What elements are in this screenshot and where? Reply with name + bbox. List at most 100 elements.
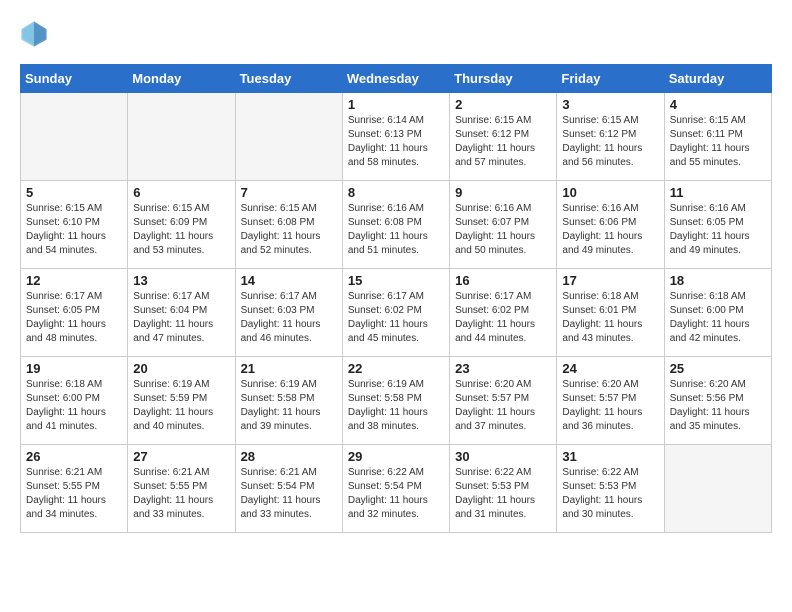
- calendar-cell: 17Sunrise: 6:18 AMSunset: 6:01 PMDayligh…: [557, 269, 664, 357]
- day-number: 17: [562, 273, 658, 288]
- weekday-header-sunday: Sunday: [21, 65, 128, 93]
- sun-info: Sunrise: 6:17 AMSunset: 6:02 PMDaylight:…: [455, 290, 551, 346]
- day-number: 23: [455, 361, 551, 376]
- day-number: 26: [26, 449, 122, 464]
- sun-info: Sunrise: 6:16 AMSunset: 6:08 PMDaylight:…: [348, 202, 444, 258]
- sun-info: Sunrise: 6:21 AMSunset: 5:54 PMDaylight:…: [241, 466, 337, 522]
- day-number: 5: [26, 185, 122, 200]
- day-number: 19: [26, 361, 122, 376]
- day-number: 20: [133, 361, 229, 376]
- calendar-cell: 28 Sunrise: 6:21 AMSunset: 5:54 PMDayligh…: [235, 445, 342, 533]
- sun-info: Sunrise: 6:22 AMSunset: 5:54 PMDaylight:…: [348, 466, 444, 522]
- day-number: 15: [348, 273, 444, 288]
- calendar-cell: 8 Sunrise: 6:16 AMSunset: 6:08 PMDaylight…: [342, 181, 449, 269]
- day-number: 22: [348, 361, 444, 376]
- calendar-cell: 4 Sunrise: 6:15 AMSunset: 6:11 PMDaylight…: [664, 93, 771, 181]
- day-number: 30: [455, 449, 551, 464]
- day-number: 9: [455, 185, 551, 200]
- sun-info: Sunrise: 6:16 AMSunset: 6:07 PMDaylight:…: [455, 202, 551, 258]
- day-number: 11: [670, 185, 766, 200]
- weekday-header-tuesday: Tuesday: [235, 65, 342, 93]
- calendar-cell: [128, 93, 235, 181]
- sun-info: Sunrise: 6:22 AMSunset: 5:53 PMDaylight:…: [455, 466, 551, 522]
- day-number: 24: [562, 361, 658, 376]
- day-number: 7: [241, 185, 337, 200]
- sun-info: Sunrise: 6:14 AMSunset: 6:13 PMDaylight:…: [348, 114, 444, 170]
- weekday-header-monday: Monday: [128, 65, 235, 93]
- day-number: 13: [133, 273, 229, 288]
- calendar-body: 1Sunrise: 6:14 AMSunset: 6:13 PMDaylight…: [21, 93, 772, 533]
- sun-info: Sunrise: 6:20 AMSunset: 5:57 PMDaylight:…: [455, 378, 551, 434]
- day-number: 3: [562, 97, 658, 112]
- sun-info: Sunrise: 6:18 AMSunset: 6:00 PMDaylight:…: [670, 290, 766, 346]
- calendar-week-2: 5 Sunrise: 6:15 AMSunset: 6:10 PMDaylight…: [21, 181, 772, 269]
- day-number: 8: [348, 185, 444, 200]
- calendar-cell: 10 Sunrise: 6:16 AMSunset: 6:06 PMDayligh…: [557, 181, 664, 269]
- calendar-cell: 14Sunrise: 6:17 AMSunset: 6:03 PMDayligh…: [235, 269, 342, 357]
- calendar-cell: 13Sunrise: 6:17 AMSunset: 6:04 PMDayligh…: [128, 269, 235, 357]
- day-number: 29: [348, 449, 444, 464]
- calendar-cell: 12Sunrise: 6:17 AMSunset: 6:05 PMDayligh…: [21, 269, 128, 357]
- calendar-cell: 24 Sunrise: 6:20 AMSunset: 5:57 PMDayligh…: [557, 357, 664, 445]
- calendar-cell: 3 Sunrise: 6:15 AMSunset: 6:12 PMDaylight…: [557, 93, 664, 181]
- calendar-cell: 11 Sunrise: 6:16 AMSunset: 6:05 PMDayligh…: [664, 181, 771, 269]
- calendar-cell: [664, 445, 771, 533]
- sun-info: Sunrise: 6:15 AMSunset: 6:12 PMDaylight:…: [562, 114, 658, 170]
- calendar-cell: [21, 93, 128, 181]
- calendar-week-3: 12Sunrise: 6:17 AMSunset: 6:05 PMDayligh…: [21, 269, 772, 357]
- calendar-week-5: 26 Sunrise: 6:21 AMSunset: 5:55 PMDayligh…: [21, 445, 772, 533]
- day-number: 6: [133, 185, 229, 200]
- day-number: 31: [562, 449, 658, 464]
- sun-info: Sunrise: 6:15 AMSunset: 6:11 PMDaylight:…: [670, 114, 766, 170]
- sun-info: Sunrise: 6:20 AMSunset: 5:57 PMDaylight:…: [562, 378, 658, 434]
- sun-info: Sunrise: 6:15 AMSunset: 6:10 PMDaylight:…: [26, 202, 122, 258]
- sun-info: Sunrise: 6:16 AMSunset: 6:06 PMDaylight:…: [562, 202, 658, 258]
- sun-info: Sunrise: 6:15 AMSunset: 6:09 PMDaylight:…: [133, 202, 229, 258]
- calendar-cell: 18 Sunrise: 6:18 AMSunset: 6:00 PMDayligh…: [664, 269, 771, 357]
- weekday-header-wednesday: Wednesday: [342, 65, 449, 93]
- calendar-cell: 27 Sunrise: 6:21 AMSunset: 5:55 PMDayligh…: [128, 445, 235, 533]
- calendar-week-4: 19 Sunrise: 6:18 AMSunset: 6:00 PMDayligh…: [21, 357, 772, 445]
- day-number: 2: [455, 97, 551, 112]
- day-number: 4: [670, 97, 766, 112]
- sun-info: Sunrise: 6:19 AMSunset: 5:59 PMDaylight:…: [133, 378, 229, 434]
- calendar-cell: 22 Sunrise: 6:19 AMSunset: 5:58 PMDayligh…: [342, 357, 449, 445]
- day-number: 27: [133, 449, 229, 464]
- logo-icon: [20, 20, 48, 48]
- sun-info: Sunrise: 6:16 AMSunset: 6:05 PMDaylight:…: [670, 202, 766, 258]
- calendar-table: SundayMondayTuesdayWednesdayThursdayFrid…: [20, 64, 772, 533]
- calendar-cell: [235, 93, 342, 181]
- day-number: 18: [670, 273, 766, 288]
- weekday-header-thursday: Thursday: [450, 65, 557, 93]
- calendar-cell: 9 Sunrise: 6:16 AMSunset: 6:07 PMDaylight…: [450, 181, 557, 269]
- calendar-week-1: 1Sunrise: 6:14 AMSunset: 6:13 PMDaylight…: [21, 93, 772, 181]
- calendar-cell: 6 Sunrise: 6:15 AMSunset: 6:09 PMDaylight…: [128, 181, 235, 269]
- calendar-cell: 5 Sunrise: 6:15 AMSunset: 6:10 PMDaylight…: [21, 181, 128, 269]
- calendar-cell: 1Sunrise: 6:14 AMSunset: 6:13 PMDaylight…: [342, 93, 449, 181]
- sun-info: Sunrise: 6:22 AMSunset: 5:53 PMDaylight:…: [562, 466, 658, 522]
- calendar-cell: 16 Sunrise: 6:17 AMSunset: 6:02 PMDayligh…: [450, 269, 557, 357]
- sun-info: Sunrise: 6:19 AMSunset: 5:58 PMDaylight:…: [348, 378, 444, 434]
- calendar-cell: 29 Sunrise: 6:22 AMSunset: 5:54 PMDayligh…: [342, 445, 449, 533]
- sun-info: Sunrise: 6:17 AMSunset: 6:02 PMDaylight:…: [348, 290, 444, 346]
- calendar-cell: 21Sunrise: 6:19 AMSunset: 5:58 PMDayligh…: [235, 357, 342, 445]
- sun-info: Sunrise: 6:21 AMSunset: 5:55 PMDaylight:…: [26, 466, 122, 522]
- page-header: [20, 20, 772, 48]
- calendar-cell: 7 Sunrise: 6:15 AMSunset: 6:08 PMDaylight…: [235, 181, 342, 269]
- sun-info: Sunrise: 6:15 AMSunset: 6:12 PMDaylight:…: [455, 114, 551, 170]
- calendar-cell: 31 Sunrise: 6:22 AMSunset: 5:53 PMDayligh…: [557, 445, 664, 533]
- calendar-cell: 2 Sunrise: 6:15 AMSunset: 6:12 PMDaylight…: [450, 93, 557, 181]
- sun-info: Sunrise: 6:19 AMSunset: 5:58 PMDaylight:…: [241, 378, 337, 434]
- day-number: 25: [670, 361, 766, 376]
- day-number: 10: [562, 185, 658, 200]
- sun-info: Sunrise: 6:18 AMSunset: 6:00 PMDaylight:…: [26, 378, 122, 434]
- sun-info: Sunrise: 6:15 AMSunset: 6:08 PMDaylight:…: [241, 202, 337, 258]
- sun-info: Sunrise: 6:21 AMSunset: 5:55 PMDaylight:…: [133, 466, 229, 522]
- day-number: 28: [241, 449, 337, 464]
- calendar-cell: 20 Sunrise: 6:19 AMSunset: 5:59 PMDayligh…: [128, 357, 235, 445]
- calendar-cell: 30 Sunrise: 6:22 AMSunset: 5:53 PMDayligh…: [450, 445, 557, 533]
- day-number: 12: [26, 273, 122, 288]
- day-number: 16: [455, 273, 551, 288]
- day-number: 14: [241, 273, 337, 288]
- logo: [20, 20, 52, 48]
